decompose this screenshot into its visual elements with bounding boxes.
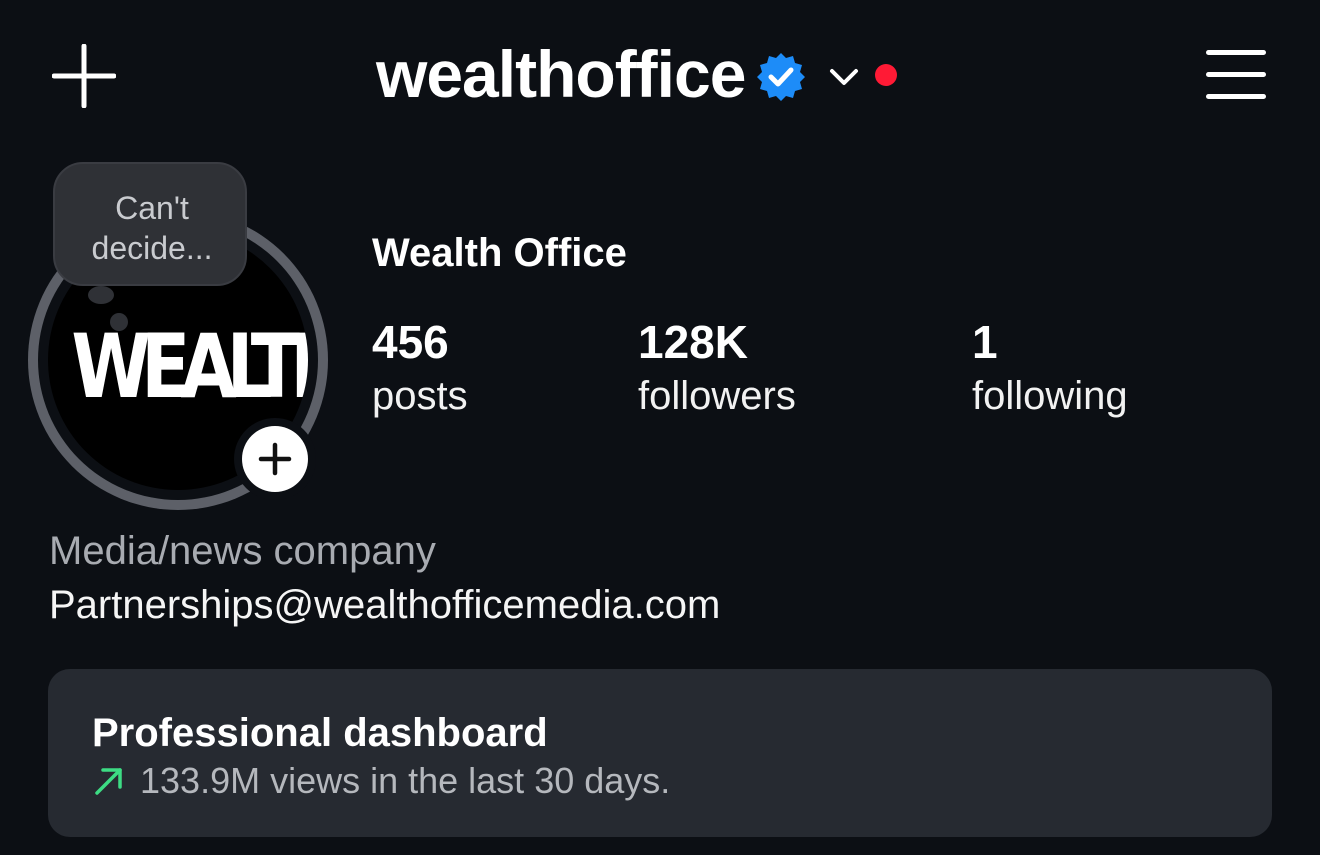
menu-button[interactable] <box>1204 48 1268 102</box>
dashboard-subtitle: 133.9M views in the last 30 days. <box>92 757 670 805</box>
trend-up-arrow-icon <box>95 768 122 795</box>
add-story-button[interactable] <box>234 418 316 500</box>
plus-icon <box>51 43 117 109</box>
hamburger-menu-icon-line-2 <box>1206 72 1266 77</box>
stat-value: 1 <box>972 316 998 368</box>
notification-dot <box>875 64 898 86</box>
professional-dashboard-card[interactable]: Professional dashboard 133.9M views in t… <box>48 669 1272 837</box>
hamburger-menu-icon-line-1 <box>1206 50 1266 55</box>
account-switcher[interactable]: wealthoffice <box>376 34 898 114</box>
plus-icon <box>258 442 292 476</box>
category-label: Media/news company <box>49 529 436 573</box>
verified-badge-icon <box>757 53 806 101</box>
username-title: wealthoffice <box>376 37 746 111</box>
followers-count[interactable]: 128K followers <box>638 316 796 424</box>
stat-label: posts <box>372 374 468 418</box>
dashboard-views-text: 133.9M views in the last 30 days. <box>140 760 671 801</box>
stat-label: following <box>972 374 1128 418</box>
email-link[interactable]: Partnerships@wealthofficemedia.com <box>49 580 720 630</box>
stat-value: 128K <box>638 316 748 368</box>
posts-count[interactable]: 456 posts <box>372 316 468 424</box>
note-bubble[interactable]: Can't decide... <box>53 162 247 286</box>
hamburger-menu-icon-line-3 <box>1206 94 1266 99</box>
dashboard-title: Professional dashboard <box>92 711 548 755</box>
avatar-logo-text: WEALTH <box>71 315 308 418</box>
display-name: Wealth Office <box>372 231 627 275</box>
following-count[interactable]: 1 following <box>972 316 1128 424</box>
chevron-down-icon <box>830 69 859 85</box>
note-bubble-tail <box>88 286 114 304</box>
profile-screen: wealthoffice WEALTH Can't decide... <box>0 0 1320 855</box>
create-button[interactable] <box>51 43 117 109</box>
note-text: Can't decide... <box>91 190 213 266</box>
note-bubble-tail-dot <box>110 313 128 331</box>
stat-value: 456 <box>372 316 449 368</box>
stat-label: followers <box>638 374 796 418</box>
